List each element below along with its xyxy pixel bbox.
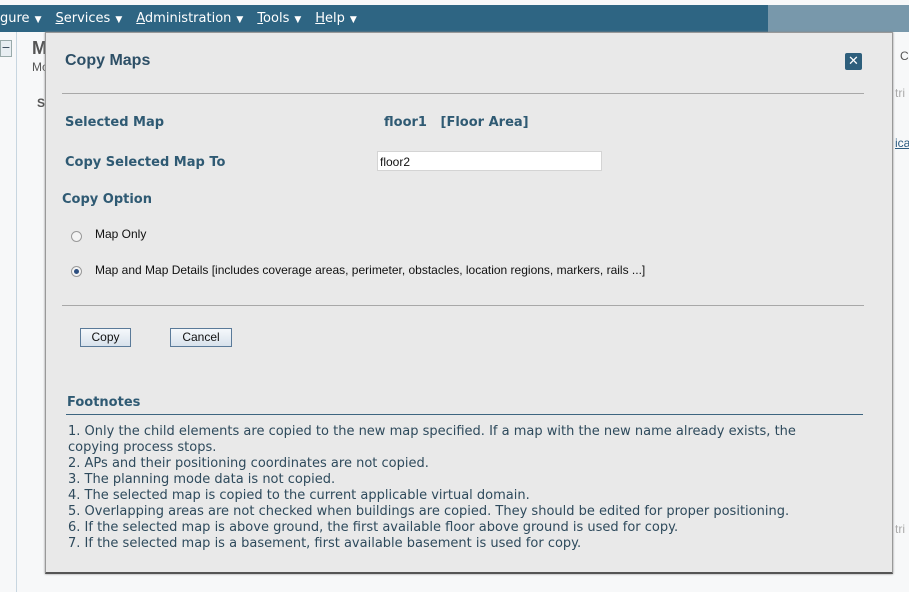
bg-text-partial: tri <box>895 522 905 536</box>
nav-right-area <box>768 5 909 32</box>
footnotes-divider <box>66 414 863 415</box>
copy-to-label: Copy Selected Map To <box>65 155 226 170</box>
copy-to-input[interactable]: floor2 <box>377 151 602 171</box>
caret-down-icon: ▼ <box>294 15 302 25</box>
selected-map-value: floor1 [Floor Area] <box>384 115 529 130</box>
bg-text-partial: tri <box>895 86 905 100</box>
divider <box>62 93 864 94</box>
menu-administration[interactable]: Administration ▼ <box>136 11 243 26</box>
section-label-partial: S <box>37 96 46 110</box>
footnotes-title: Footnotes <box>67 395 141 410</box>
footnote: 3. The planning mode data is not copied. <box>68 472 336 487</box>
divider <box>16 32 17 592</box>
bg-link-partial[interactable]: ica <box>895 136 909 150</box>
footnote: 7. If the selected map is a basement, fi… <box>68 536 582 551</box>
footnotes-list: 1. Only the child elements are copied to… <box>68 424 838 552</box>
map-and-details-radio[interactable] <box>71 266 82 277</box>
caret-down-icon: ▼ <box>236 15 244 25</box>
menu-help[interactable]: Help ▼ <box>315 11 357 26</box>
menu-tools[interactable]: Tools ▼ <box>257 11 301 26</box>
copy-maps-dialog: Copy Maps ✕ Selected Map floor1 [Floor A… <box>45 32 893 574</box>
footnote: 4. The selected map is copied to the cur… <box>68 488 530 503</box>
map-only-radio[interactable] <box>71 231 82 242</box>
caret-down-icon: ▼ <box>115 15 123 25</box>
menu-services[interactable]: Services ▼ <box>55 11 122 26</box>
copy-option-label: Copy Option <box>62 192 152 207</box>
menu-label: Administration <box>136 11 232 26</box>
bg-button-partial: C <box>900 49 909 63</box>
footnote: 5. Overlapping areas are not checked whe… <box>68 504 790 519</box>
selected-map-label: Selected Map <box>65 115 165 130</box>
copy-button[interactable]: Copy <box>80 328 131 347</box>
caret-down-icon: ▼ <box>349 15 357 25</box>
footnote: 1. Only the child elements are copied to… <box>68 424 796 455</box>
caret-down-icon: ▼ <box>34 15 42 25</box>
close-icon[interactable]: ✕ <box>845 53 862 70</box>
map-only-label[interactable]: Map Only <box>95 227 146 241</box>
footnote: 6. If the selected map is above ground, … <box>68 520 679 535</box>
menu-configure[interactable]: gure ▼ <box>0 11 41 26</box>
menu-label: Help <box>315 11 345 26</box>
menu-label: Services <box>55 11 111 26</box>
divider <box>62 305 864 306</box>
menu-label: Tools <box>257 11 290 26</box>
map-and-details-label[interactable]: Map and Map Details [includes coverage a… <box>95 263 645 277</box>
footnote: 2. APs and their positioning coordinates… <box>68 456 429 471</box>
menu-label: gure <box>0 11 30 26</box>
cancel-button[interactable]: Cancel <box>170 328 232 347</box>
collapse-button[interactable]: − <box>0 40 12 57</box>
dialog-title: Copy Maps <box>65 52 151 69</box>
top-menu-bar: gure ▼ Services ▼ Administration ▼ Tools ▼ H… <box>0 5 768 32</box>
